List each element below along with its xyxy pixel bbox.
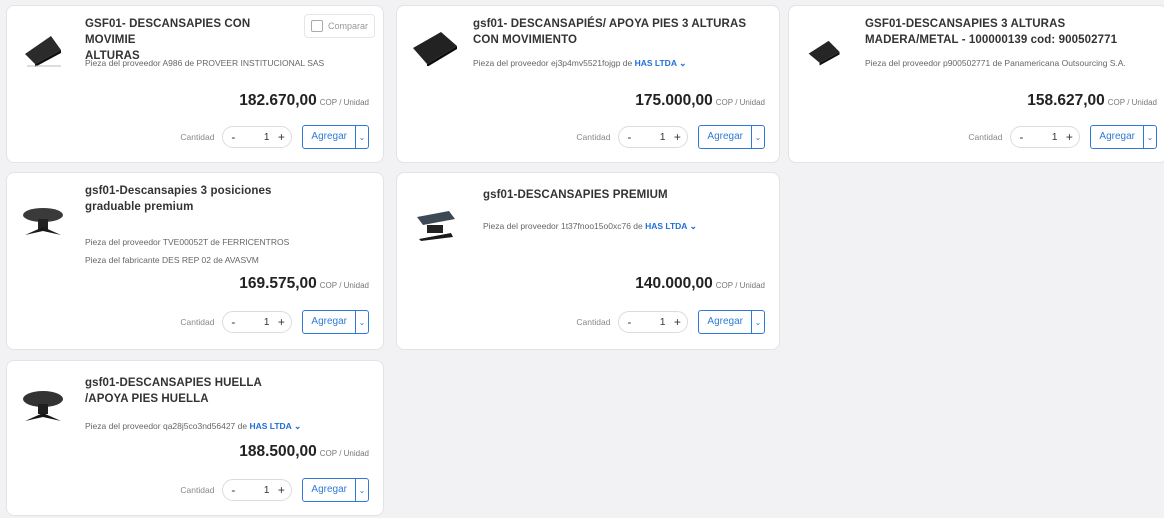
quantity-input[interactable]: 1 xyxy=(239,317,275,328)
product-title[interactable]: GSF01- DESCANSAPIES CON MOVIMIE ALTURAS xyxy=(85,16,283,64)
quantity-label: Cantidad xyxy=(968,132,1003,142)
add-to-cart-button[interactable]: Agregar ⌄ xyxy=(302,125,369,149)
chevron-down-icon[interactable]: ⌄ xyxy=(355,311,368,333)
chevron-down-icon[interactable]: ⌄ xyxy=(294,421,302,431)
footrest-huella-icon xyxy=(23,391,63,421)
increase-button[interactable]: + xyxy=(1063,130,1075,144)
increase-button[interactable]: + xyxy=(275,130,287,144)
quantity-label: Cantidad xyxy=(180,485,215,495)
add-to-cart-button[interactable]: Agregar ⌄ xyxy=(302,310,369,334)
vendor-link[interactable]: HAS LTDA xyxy=(645,221,687,231)
compare-toggle[interactable]: Comparar xyxy=(303,14,375,38)
chevron-down-icon[interactable]: ⌄ xyxy=(679,58,687,68)
quantity-input[interactable]: 1 xyxy=(1027,132,1063,143)
quantity-label: Cantidad xyxy=(180,132,215,142)
product-card: GSF01-DESCANSAPIES 3 ALTURAS MADERA/META… xyxy=(788,5,1164,163)
decrease-button[interactable]: - xyxy=(227,315,239,329)
compare-label: Comparar xyxy=(327,21,368,31)
quantity-label: Cantidad xyxy=(576,132,611,142)
quantity-stepper[interactable]: - 1 + xyxy=(618,311,689,333)
product-title[interactable]: GSF01-DESCANSAPIES 3 ALTURAS MADERA/META… xyxy=(865,16,1159,48)
increase-button[interactable]: + xyxy=(275,483,287,497)
price: 188.500,00 COP / Unidad xyxy=(239,443,369,460)
quantity-stepper[interactable]: - 1 + xyxy=(222,126,293,148)
add-to-cart-button[interactable]: Agregar ⌄ xyxy=(302,478,369,502)
product-title[interactable]: gsf01-DESCANSAPIES HUELLA /APOYA PIES HU… xyxy=(85,375,293,407)
decrease-button[interactable]: - xyxy=(1015,130,1027,144)
vendor-link[interactable]: HAS LTDA xyxy=(249,421,291,431)
increase-button[interactable]: + xyxy=(275,315,287,329)
quantity-stepper[interactable]: - 1 + xyxy=(222,311,293,333)
add-to-cart-button[interactable]: Agregar ⌄ xyxy=(698,125,765,149)
chevron-down-icon[interactable]: ⌄ xyxy=(355,126,368,148)
decrease-button[interactable]: - xyxy=(623,315,635,329)
supplier-info: Pieza del proveedor A986 de PROVEER INST… xyxy=(85,58,325,68)
footrest-adjustable-icon xyxy=(417,211,455,241)
product-title[interactable]: gsf01- DESCANSAPIÉS/ APOYA PIES 3 ALTURA… xyxy=(473,16,769,48)
compare-checkbox[interactable] xyxy=(310,20,323,32)
quantity-stepper[interactable]: - 1 + xyxy=(1010,126,1081,148)
supplier-info: Pieza del proveedor qa28j5co3nd56427 de … xyxy=(85,421,302,431)
product-card: GSF01- DESCANSAPIES CON MOVIMIE ALTURAS C… xyxy=(6,5,384,163)
price: 175.000,00 COP / Unidad xyxy=(635,92,765,109)
footrest-wedge-icon xyxy=(25,36,61,67)
supplier-info: Pieza del proveedor TVE00052T de FERRICE… xyxy=(85,237,290,247)
supplier-info: Pieza del proveedor p900502771 de Paname… xyxy=(865,58,1126,68)
product-title[interactable]: gsf01-Descansapies 3 posiciones graduabl… xyxy=(85,183,313,215)
decrease-button[interactable]: - xyxy=(227,483,239,497)
chevron-down-icon[interactable]: ⌄ xyxy=(1143,126,1156,148)
quantity-stepper[interactable]: - 1 + xyxy=(618,126,689,148)
footrest-wood-icon xyxy=(808,40,840,66)
chevron-down-icon[interactable]: ⌄ xyxy=(751,311,764,333)
quantity-row: Cantidad - 1 + Agregar ⌄ xyxy=(968,125,1157,149)
quantity-row: Cantidad - 1 + Agregar ⌄ xyxy=(180,478,369,502)
chevron-down-icon[interactable]: ⌄ xyxy=(355,479,368,501)
quantity-row: Cantidad - 1 + Agregar ⌄ xyxy=(576,310,765,334)
chevron-down-icon[interactable]: ⌄ xyxy=(751,126,764,148)
price: 158.627,00 COP / Unidad xyxy=(1027,92,1157,109)
footrest-textured-icon xyxy=(413,32,457,66)
vendor-link[interactable]: HAS LTDA xyxy=(635,58,677,68)
product-card: gsf01-DESCANSAPIES HUELLA /APOYA PIES HU… xyxy=(6,360,384,516)
decrease-button[interactable]: - xyxy=(227,130,239,144)
decrease-button[interactable]: - xyxy=(623,130,635,144)
product-card: gsf01-DESCANSAPIES PREMIUM Pieza del pro… xyxy=(396,172,780,350)
quantity-input[interactable]: 1 xyxy=(239,485,275,496)
price: 140.000,00 COP / Unidad xyxy=(635,275,765,292)
product-card: gsf01-Descansapies 3 posiciones graduabl… xyxy=(6,172,384,350)
quantity-row: Cantidad - 1 + Agregar ⌄ xyxy=(576,125,765,149)
quantity-input[interactable]: 1 xyxy=(635,317,671,328)
product-card: gsf01- DESCANSAPIÉS/ APOYA PIES 3 ALTURA… xyxy=(396,5,780,163)
manufacturer-info: Pieza del fabricante DES REP 02 de AVASV… xyxy=(85,255,259,265)
quantity-input[interactable]: 1 xyxy=(239,132,275,143)
quantity-row: Cantidad - 1 + Agregar ⌄ xyxy=(180,125,369,149)
add-to-cart-button[interactable]: Agregar ⌄ xyxy=(1090,125,1157,149)
supplier-info: Pieza del proveedor ej3p4mv5521fojgp de … xyxy=(473,58,687,68)
quantity-input[interactable]: 1 xyxy=(635,132,671,143)
quantity-stepper[interactable]: - 1 + xyxy=(222,479,293,501)
increase-button[interactable]: + xyxy=(671,130,683,144)
quantity-row: Cantidad - 1 + Agregar ⌄ xyxy=(180,310,369,334)
supplier-info: Pieza del proveedor 1t37fnoo15o0xc76 de … xyxy=(483,221,697,231)
price: 182.670,00 COP / Unidad xyxy=(239,92,369,109)
footrest-premium-icon xyxy=(23,208,63,235)
price: 169.575,00 COP / Unidad xyxy=(239,275,369,292)
add-to-cart-button[interactable]: Agregar ⌄ xyxy=(698,310,765,334)
chevron-down-icon[interactable]: ⌄ xyxy=(689,221,697,231)
quantity-label: Cantidad xyxy=(180,317,215,327)
quantity-label: Cantidad xyxy=(576,317,611,327)
increase-button[interactable]: + xyxy=(671,315,683,329)
product-title[interactable]: gsf01-DESCANSAPIES PREMIUM xyxy=(483,187,769,203)
